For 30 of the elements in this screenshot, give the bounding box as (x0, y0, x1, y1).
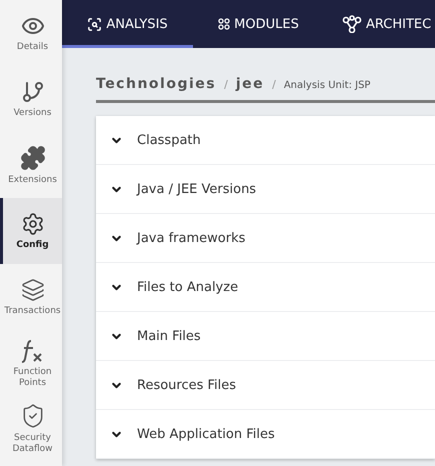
puzzle-icon (20, 144, 46, 170)
accordion-row[interactable]: Files to Analyze (96, 263, 435, 312)
branch-icon (20, 80, 44, 104)
accordion-row[interactable]: Resources Files (96, 361, 435, 410)
dots-icon (218, 18, 230, 30)
accordion-row[interactable]: Web Application Files (96, 410, 435, 459)
accordion-row[interactable]: Main Files (96, 312, 435, 361)
sidebar-item[interactable]: Config (0, 198, 62, 264)
sidebar-item[interactable]: Function Points (0, 330, 62, 396)
nav-tab[interactable]: ARCHITEC (324, 0, 432, 48)
layers-icon (20, 278, 44, 302)
function-icon (20, 337, 44, 363)
settings-icon (20, 212, 44, 236)
accordion-row[interactable]: Java frameworks (96, 214, 435, 263)
sidebar-item[interactable]: Extensions (0, 132, 62, 198)
breadcrumb-current: Analysis Unit: JSP (284, 80, 370, 91)
breadcrumb-link[interactable]: Technologies (96, 76, 216, 92)
sidebar-item[interactable]: Transactions (0, 264, 62, 330)
nav-tab[interactable]: MODULES (193, 0, 324, 48)
breadcrumb-separator: / (272, 78, 276, 91)
sidebar-item[interactable]: Details (0, 0, 62, 66)
accordion-row[interactable]: Classpath (96, 116, 435, 165)
accordion-row[interactable]: Java / JEE Versions (96, 165, 435, 214)
breadcrumb-separator: / (224, 78, 228, 91)
breadcrumb-link[interactable]: jee (236, 76, 264, 92)
sidebar-item[interactable]: Security Dataflow (0, 396, 62, 462)
nav-tab[interactable]: ANALYSIS (62, 0, 193, 48)
sidebar-item[interactable]: Versions (0, 66, 62, 132)
network-icon (342, 15, 362, 33)
search-icon (87, 16, 102, 32)
